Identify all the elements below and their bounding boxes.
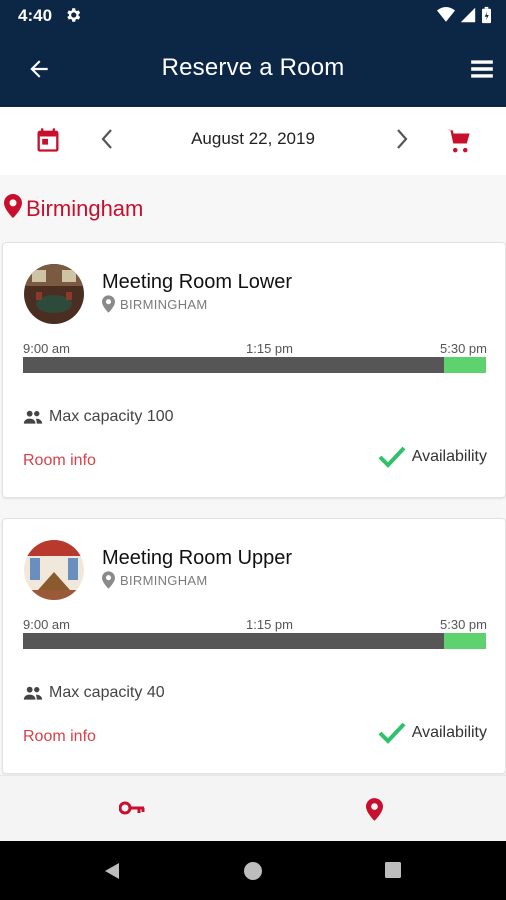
- people-icon: [23, 410, 43, 424]
- home-circle-icon[interactable]: [243, 861, 263, 886]
- room-location-label: BIRMINGHAM: [120, 572, 208, 588]
- selected-date: August 22, 2019: [191, 129, 315, 148]
- page-title: Reserve a Room: [161, 54, 345, 81]
- capacity-label: Max capacity 40: [49, 684, 165, 701]
- people-icon: [23, 686, 43, 700]
- timeline-end: 5:30 pm: [440, 617, 487, 632]
- room-capacity: Max capacity 100: [23, 408, 174, 426]
- timeline-mid: 1:15 pm: [246, 617, 293, 632]
- availability-button[interactable]: Availability: [378, 446, 487, 468]
- room-card[interactable]: Meeting Room Lower BIRMINGHAM 9:00 am 1:…: [2, 242, 506, 498]
- availability-timeline[interactable]: [23, 633, 486, 649]
- room-info-link[interactable]: Room info: [23, 728, 96, 746]
- status-bar: 4:40: [0, 0, 506, 32]
- chevron-right-icon[interactable]: [393, 127, 411, 156]
- gear-icon: [64, 6, 82, 29]
- room-info-link[interactable]: Room info: [23, 452, 96, 470]
- checkmark-icon: [378, 722, 406, 744]
- location-header: Birmingham: [4, 194, 143, 223]
- recents-square-icon[interactable]: [384, 861, 402, 884]
- status-time: 4:40: [18, 6, 53, 25]
- room-thumbnail: [24, 264, 84, 324]
- cart-icon[interactable]: [444, 126, 474, 161]
- map-pin-icon: [102, 295, 115, 313]
- room-name: Meeting Room Lower: [102, 271, 293, 293]
- room-capacity: Max capacity 40: [23, 684, 165, 702]
- signal-icon: [460, 7, 476, 28]
- key-icon[interactable]: [118, 800, 145, 821]
- room-card[interactable]: Meeting Room Upper BIRMINGHAM 9:00 am 1:…: [2, 518, 506, 774]
- app-bar: Reserve a Room: [0, 32, 506, 107]
- map-pin-icon: [4, 194, 22, 223]
- system-nav-bar: [0, 841, 506, 900]
- timeline-mid: 1:15 pm: [246, 341, 293, 356]
- wifi-icon: [437, 7, 455, 28]
- room-location: BIRMINGHAM: [102, 295, 208, 313]
- room-location: BIRMINGHAM: [102, 571, 208, 589]
- map-pin-icon[interactable]: [366, 798, 383, 826]
- map-pin-icon: [102, 571, 115, 589]
- timeline-start: 9:00 am: [23, 341, 70, 356]
- hamburger-menu-icon[interactable]: [469, 56, 495, 87]
- date-selector: August 22, 2019: [0, 107, 506, 175]
- available-slot[interactable]: [444, 633, 486, 649]
- room-name: Meeting Room Upper: [102, 547, 293, 569]
- capacity-label: Max capacity 100: [49, 408, 174, 425]
- available-slot[interactable]: [444, 357, 486, 373]
- availability-label: Availability: [411, 724, 487, 741]
- availability-label: Availability: [411, 448, 487, 465]
- bottom-nav: [0, 775, 506, 842]
- availability-button[interactable]: Availability: [378, 722, 487, 744]
- timeline-start: 9:00 am: [23, 617, 70, 632]
- checkmark-icon: [378, 446, 406, 468]
- back-triangle-icon[interactable]: [102, 861, 122, 886]
- timeline-end: 5:30 pm: [440, 341, 487, 356]
- location-city: Birmingham: [26, 195, 144, 221]
- availability-timeline[interactable]: [23, 357, 486, 373]
- room-location-label: BIRMINGHAM: [120, 296, 208, 312]
- battery-icon: [481, 6, 492, 29]
- room-thumbnail: [24, 540, 84, 600]
